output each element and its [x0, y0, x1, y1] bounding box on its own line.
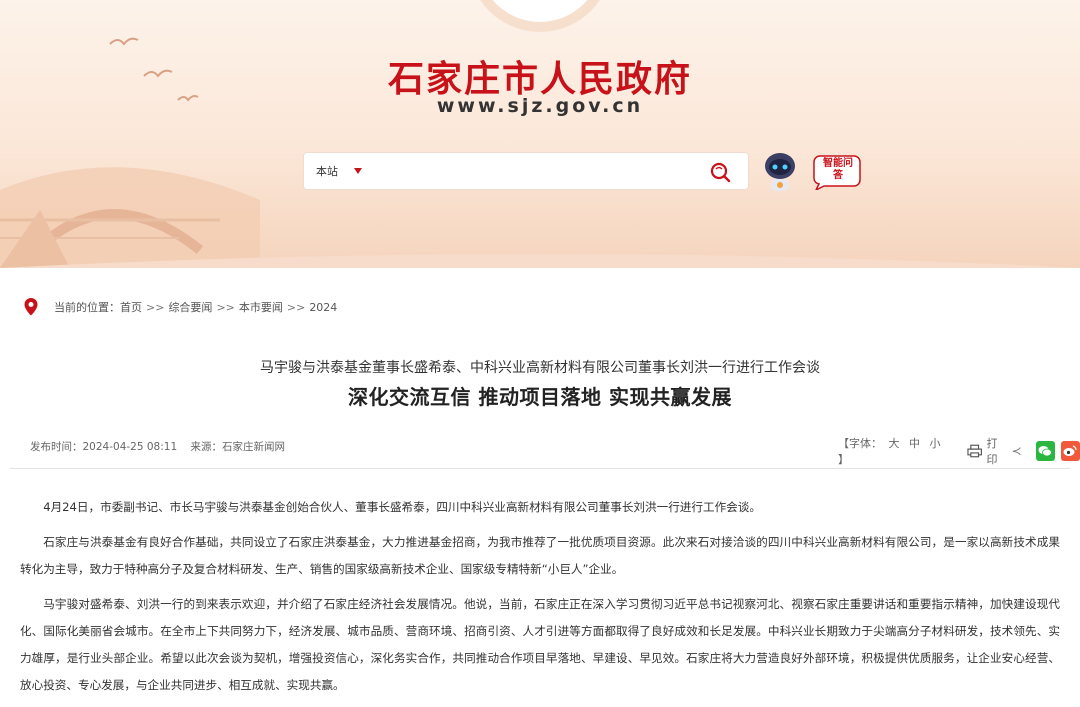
- source-label: 来源：: [190, 441, 222, 453]
- header-banner: 石家庄市人民政府 www.sjz.gov.cn 本站 智能问答: [0, 0, 1080, 268]
- search-scope-select[interactable]: 本站: [316, 163, 338, 179]
- smart-qa-label[interactable]: 智能问答: [820, 158, 856, 182]
- breadcrumb-separator: >>: [216, 300, 235, 314]
- font-size-label: 【字体：: [838, 437, 882, 450]
- weibo-share-icon[interactable]: [1060, 441, 1080, 461]
- breadcrumb-separator: >>: [146, 300, 165, 314]
- breadcrumb-news-link[interactable]: 综合要闻: [168, 299, 212, 315]
- printer-icon[interactable]: [967, 444, 983, 458]
- article-subtitle: 马宇骏与洪泰基金董事长盛希泰、中科兴业高新材料有限公司董事长刘洪一行进行工作会谈: [260, 360, 820, 376]
- article-body: 4月24日，市委副书记、市长马宇骏与洪泰基金创始合伙人、董事长盛希泰，四川中科兴…: [20, 494, 1060, 707]
- publish-label: 发布时间：: [30, 441, 83, 453]
- article-paragraph: 马宇骏对盛希泰、刘洪一行的到来表示欢迎，并介绍了石家庄经济社会发展情况。他说，当…: [20, 597, 1060, 692]
- article-tools: 【字体： 大 中 小 】 打印 ≺: [838, 435, 1080, 467]
- article-meta: 发布时间：2024-04-25 08:11 来源：石家庄新闻网: [30, 439, 295, 454]
- wechat-share-icon[interactable]: [1035, 441, 1055, 461]
- article-headline: 深化交流互信 推动项目落地 实现共赢发展: [348, 385, 732, 409]
- search-icon[interactable]: [708, 160, 732, 184]
- publish-time-value: 2024-04-25 08:11: [82, 441, 178, 453]
- breadcrumb: 当前的位置： 首页 >> 综合要闻 >> 本市要闻 >> 2024: [22, 297, 337, 317]
- divider: [10, 468, 1070, 469]
- breadcrumb-home-link[interactable]: 首页: [120, 299, 142, 315]
- weibo-logo-icon: [1063, 445, 1078, 456]
- bridge-illustration: [0, 167, 1080, 268]
- search-input[interactable]: [374, 159, 694, 185]
- font-size-switcher: 【字体： 大 中 小 】: [838, 435, 953, 467]
- location-pin-icon: [24, 298, 38, 316]
- sun-decoration: [478, 0, 602, 22]
- site-url: www.sjz.gov.cn: [436, 95, 644, 117]
- search-box: 本站: [303, 152, 749, 190]
- publish-time: 发布时间：2024-04-25 08:11: [30, 441, 177, 453]
- source: 来源：石家庄新闻网: [190, 441, 285, 453]
- font-size-large-link[interactable]: 大: [889, 437, 900, 450]
- share-icon[interactable]: ≺: [1012, 444, 1022, 458]
- font-size-medium-link[interactable]: 中: [909, 437, 920, 450]
- caret-down-icon[interactable]: [354, 168, 362, 174]
- breadcrumb-city-news-link[interactable]: 本市要闻: [239, 299, 283, 315]
- breadcrumb-prefix: 当前的位置：: [54, 301, 120, 314]
- font-size-close: 】: [838, 453, 849, 466]
- source-value: 石家庄新闻网: [221, 441, 285, 453]
- wechat-logo-icon: [1038, 446, 1053, 457]
- article-paragraph: 4月24日，市委副书记、市长马宇骏与洪泰基金创始合伙人、董事长盛希泰，四川中科兴…: [43, 500, 761, 514]
- print-button[interactable]: 打印: [986, 435, 1007, 467]
- breadcrumb-separator: >>: [286, 300, 306, 314]
- font-size-small-link[interactable]: 小: [930, 437, 941, 450]
- breadcrumb-year-link[interactable]: 2024: [309, 301, 337, 314]
- robot-assistant-icon[interactable]: [760, 150, 800, 196]
- article-paragraph: 石家庄与洪泰基金有良好合作基础，共同设立了石家庄洪泰基金，大力推进基金招商，为我…: [20, 535, 1060, 576]
